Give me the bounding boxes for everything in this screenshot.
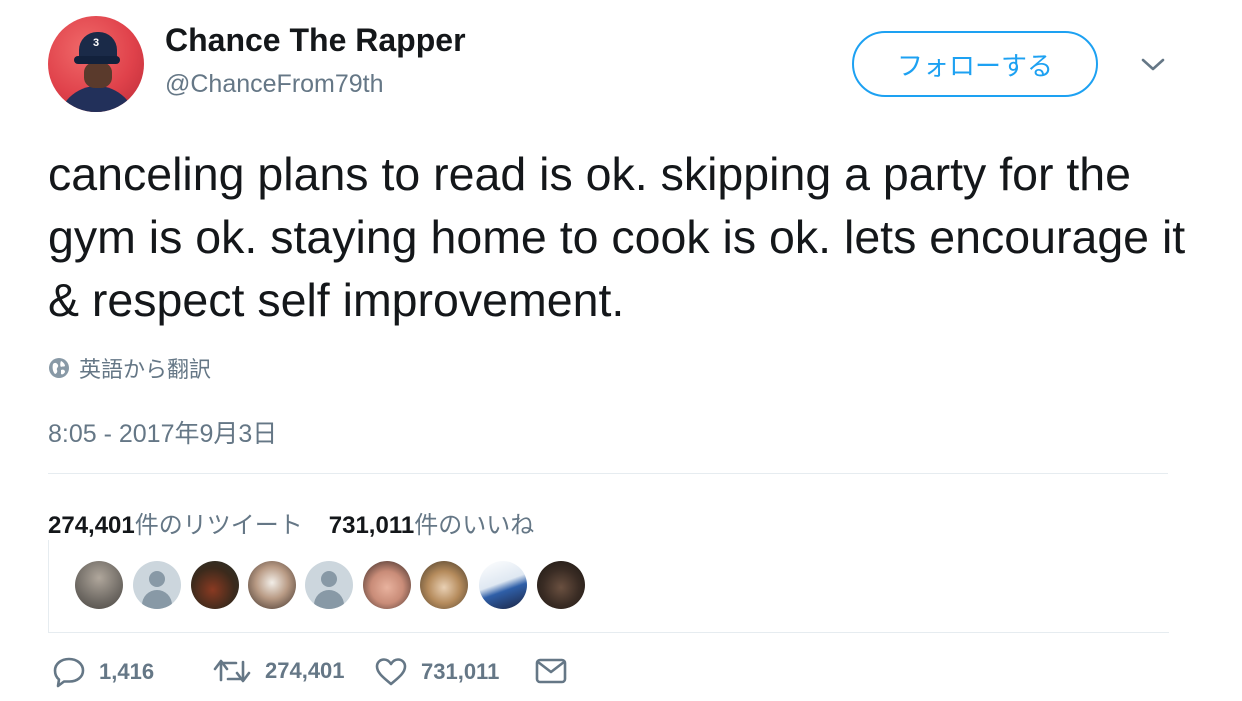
translate-label: 英語から翻訳 [79, 357, 212, 382]
tweet-timestamp[interactable]: 8:05 - 2017年9月3日 [48, 414, 277, 450]
author-avatar[interactable]: 3 [48, 16, 144, 112]
direct-message-action[interactable] [534, 656, 568, 686]
heart-icon [374, 656, 408, 688]
follow-button[interactable]: フォローする [852, 31, 1098, 97]
liker-avatar-default[interactable] [305, 561, 353, 609]
retweet-count: 274,401 [265, 658, 345, 683]
liker-avatar[interactable] [248, 561, 296, 609]
engagement-stats: 274,401件のリツイート 731,011件のいいね [48, 505, 534, 540]
translate-link[interactable]: 英語から翻訳 [48, 352, 211, 384]
retweet-icon [212, 656, 252, 686]
reply-count: 1,416 [99, 659, 155, 684]
liker-avatars [48, 540, 1169, 633]
like-count: 731,011 [421, 659, 500, 684]
envelope-icon [534, 656, 568, 686]
globe-icon [48, 357, 70, 379]
reply-icon [52, 656, 86, 688]
author-handle[interactable]: @ChanceFrom79th [165, 70, 384, 99]
tweet-text: canceling plans to read is ok. skipping … [48, 148, 1186, 326]
like-stat[interactable]: 731,011件のいいね [329, 505, 534, 540]
like-action[interactable]: 731,011 [374, 656, 499, 688]
reply-action[interactable]: 1,416 [52, 656, 154, 688]
liker-avatar[interactable] [363, 561, 411, 609]
avatar-figure [58, 86, 136, 112]
liker-avatar[interactable] [479, 561, 527, 609]
liker-avatar[interactable] [191, 561, 239, 609]
liker-avatar[interactable] [537, 561, 585, 609]
divider [48, 473, 1168, 474]
author-display-name[interactable]: Chance The Rapper [165, 22, 466, 59]
retweet-stat[interactable]: 274,401件のリツイート [48, 505, 303, 540]
liker-avatar-default[interactable] [133, 561, 181, 609]
liker-avatar[interactable] [420, 561, 468, 609]
liker-avatar[interactable] [75, 561, 123, 609]
chevron-down-icon[interactable] [1140, 56, 1166, 74]
retweet-action[interactable]: 274,401 [212, 656, 345, 686]
